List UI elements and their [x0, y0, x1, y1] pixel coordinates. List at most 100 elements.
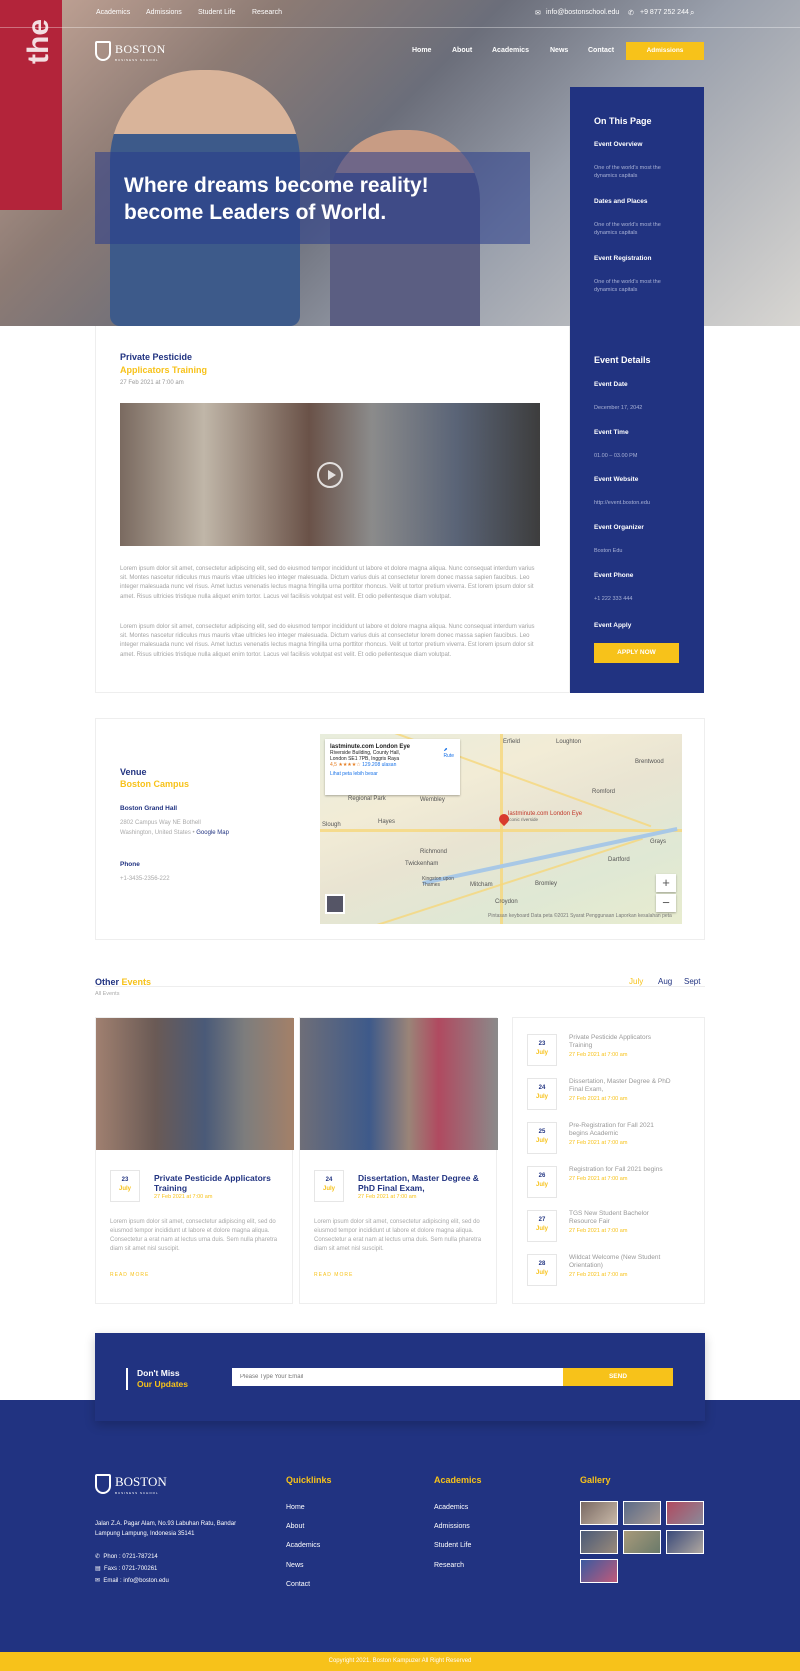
topbar-phone[interactable]: +9 877 252 244 [640, 9, 689, 16]
sidebar-item-overview[interactable]: Event Overview [594, 141, 664, 149]
gallery-thumb[interactable] [623, 1501, 661, 1525]
venue-phone-label: Phone [120, 861, 140, 868]
list-item[interactable]: 26 July Registration for Fall 2021 begins… [513, 1166, 706, 1210]
footer-link-home[interactable]: Home [286, 1504, 305, 1511]
subscribe-title-1: Don't Miss [137, 1368, 180, 1378]
topbar-link-research[interactable]: Research [252, 9, 282, 16]
email-input[interactable] [232, 1368, 563, 1386]
event-card-text: Lorem ipsum dolor sit amet, consectetur … [110, 1219, 278, 1252]
play-icon[interactable] [317, 462, 343, 488]
google-map[interactable]: Erfield Loughton Brentwood Wembley Romfo… [320, 734, 682, 924]
list-title[interactable]: Pre-Registration for Fall 2021 begins Ac… [569, 1122, 674, 1138]
detail-label-date: Event Date [594, 381, 628, 388]
footer-logo[interactable]: BOSTON BUSINESS SCHOOL [95, 1473, 167, 1495]
list-time: 27 Feb 2021 at 7:00 am [569, 1140, 628, 1146]
topbar-link-academics[interactable]: Academics [96, 9, 130, 16]
send-button[interactable]: SEND [563, 1368, 673, 1386]
footer-address: Jalan Z.A. Pagar Alam, No.93 Labuhan Rat… [95, 1521, 237, 1537]
list-title[interactable]: Dissertation, Master Degree & PhD Final … [569, 1078, 674, 1094]
venue-address-1: 2802 Campus Way NE Bothell [120, 820, 201, 826]
month-tab-july[interactable]: July [629, 977, 643, 986]
gallery-thumb[interactable] [580, 1530, 618, 1554]
event-card-title[interactable]: Dissertation, Master Degree & PhD Final … [358, 1173, 488, 1193]
detail-value-time: 01.00 – 03.00 PM [594, 453, 638, 459]
admissions-button[interactable]: Admissions [626, 42, 704, 60]
card-day: 24 [325, 1177, 333, 1183]
satellite-toggle[interactable] [325, 894, 345, 914]
zoom-in-button[interactable]: + [656, 874, 676, 892]
list-item[interactable]: 24 July Dissertation, Master Degree & PhD… [513, 1078, 706, 1122]
list-title[interactable]: TGS New Student Bachelor Resource Fair [569, 1210, 674, 1226]
footer-fax: ▤ Faxs : 0721-700261 [95, 1565, 157, 1572]
gallery-thumb[interactable] [666, 1501, 704, 1525]
list-item[interactable]: 25 July Pre-Registration for Fall 2021 be… [513, 1122, 706, 1166]
sidebar-item-registration[interactable]: Event Registration [594, 255, 664, 263]
gallery-thumb[interactable] [666, 1530, 704, 1554]
apply-now-button[interactable]: APPLY NOW [594, 643, 679, 663]
nav-news[interactable]: News [550, 47, 568, 54]
site-logo[interactable]: BOSTON BUSINESS SCHOOL [95, 40, 166, 62]
card-month: July [322, 1186, 335, 1192]
event-card[interactable]: 24 July Dissertation, Master Degree & PhD… [299, 1017, 498, 1304]
all-events-label[interactable]: All Events [95, 991, 119, 997]
map-route[interactable]: ⬈ Rute [443, 747, 454, 759]
list-month: July [535, 1270, 548, 1276]
read-more-link[interactable]: READ MORE [314, 1272, 353, 1278]
footer-link-contact[interactable]: Contact [286, 1581, 310, 1588]
footer-link-student-life[interactable]: Student Life [434, 1542, 471, 1549]
article-title-1: Private Pesticide [120, 352, 193, 362]
map-reviews[interactable]: 129.208 ulasan [362, 762, 396, 768]
nav-about[interactable]: About [452, 47, 472, 54]
footer-link-news[interactable]: News [286, 1562, 304, 1569]
footer-link-research[interactable]: Research [434, 1562, 464, 1569]
list-title[interactable]: Registration for Fall 2021 begins [569, 1166, 674, 1174]
list-title[interactable]: Wildcat Welcome (New Student Orientation… [569, 1254, 674, 1270]
month-tab-sept[interactable]: Sept [684, 977, 700, 986]
event-card[interactable]: 23 July Private Pesticide Applicators Tra… [95, 1017, 294, 1304]
month-tab-aug[interactable]: Aug [658, 977, 672, 986]
gallery-thumb[interactable] [580, 1501, 618, 1525]
topbar-link-admissions[interactable]: Admissions [146, 9, 182, 16]
sidebar-item-dates[interactable]: Dates and Places [594, 198, 664, 206]
footer-link-academics[interactable]: Academics [286, 1542, 320, 1549]
map-pin-label: lastminute.com London Eye Iconic riversid… [508, 811, 582, 823]
list-day: 27 [538, 1217, 546, 1223]
list-item[interactable]: 27 July TGS New Student Bachelor Resource… [513, 1210, 706, 1254]
gallery-thumb[interactable] [623, 1530, 661, 1554]
divider [126, 1368, 128, 1390]
map-larger-link[interactable]: Lihat peta lebih besar [330, 771, 455, 777]
list-time: 27 Feb 2021 at 7:00 am [569, 1176, 628, 1182]
venue-phone: +1-3435-2356-222 [120, 876, 170, 882]
topbar-email[interactable]: info@bostonschool.edu [546, 9, 619, 16]
list-item[interactable]: 23 July Private Pesticide Applicators Tra… [513, 1034, 706, 1078]
subscribe-title-2: Our Updates [137, 1379, 189, 1389]
event-video[interactable] [120, 403, 540, 546]
footer-link-academics-2[interactable]: Academics [434, 1504, 468, 1511]
zoom-out-button[interactable]: − [656, 894, 676, 912]
hero-headline-line-2: become Leaders of World. [124, 201, 387, 224]
on-this-page-title: On This Page [594, 116, 652, 126]
event-card-image [96, 1018, 294, 1150]
gallery-thumb[interactable] [580, 1559, 618, 1583]
search-icon[interactable]: ⌕ [690, 8, 694, 18]
footer-link-about[interactable]: About [286, 1523, 304, 1530]
footer-email-text[interactable]: Email : info@boston.edu [103, 1578, 168, 1584]
detail-value-website[interactable]: http://event.boston.edu [594, 499, 684, 507]
map-place: Kingston upon Thames [422, 876, 454, 888]
list-title[interactable]: Private Pesticide Applicators Training [569, 1034, 674, 1050]
read-more-link[interactable]: READ MORE [110, 1272, 149, 1278]
topbar-link-student-life[interactable]: Student Life [198, 9, 235, 16]
nav-home[interactable]: Home [412, 47, 431, 54]
event-card-title[interactable]: Private Pesticide Applicators Training [154, 1173, 284, 1193]
nav-contact[interactable]: Contact [588, 47, 614, 54]
map-footer: Pintasan keyboard Data peta ©2021 Syarat… [488, 913, 672, 919]
google-map-link[interactable]: Google Map [196, 830, 229, 836]
hero-headline-box: Where dreams become reality! become Leade… [95, 152, 530, 244]
mail-icon: ✉ [95, 1578, 101, 1584]
map-place: Twickenham [405, 861, 439, 867]
nav-academics[interactable]: Academics [492, 47, 529, 54]
copyright-bar: Copyright 2021. Boston Kampuzer All Righ… [0, 1652, 800, 1671]
footer-link-admissions[interactable]: Admissions [434, 1523, 470, 1530]
hero-wall-graphic: the [0, 0, 62, 210]
list-item[interactable]: 28 July Wildcat Welcome (New Student Orie… [513, 1254, 706, 1298]
